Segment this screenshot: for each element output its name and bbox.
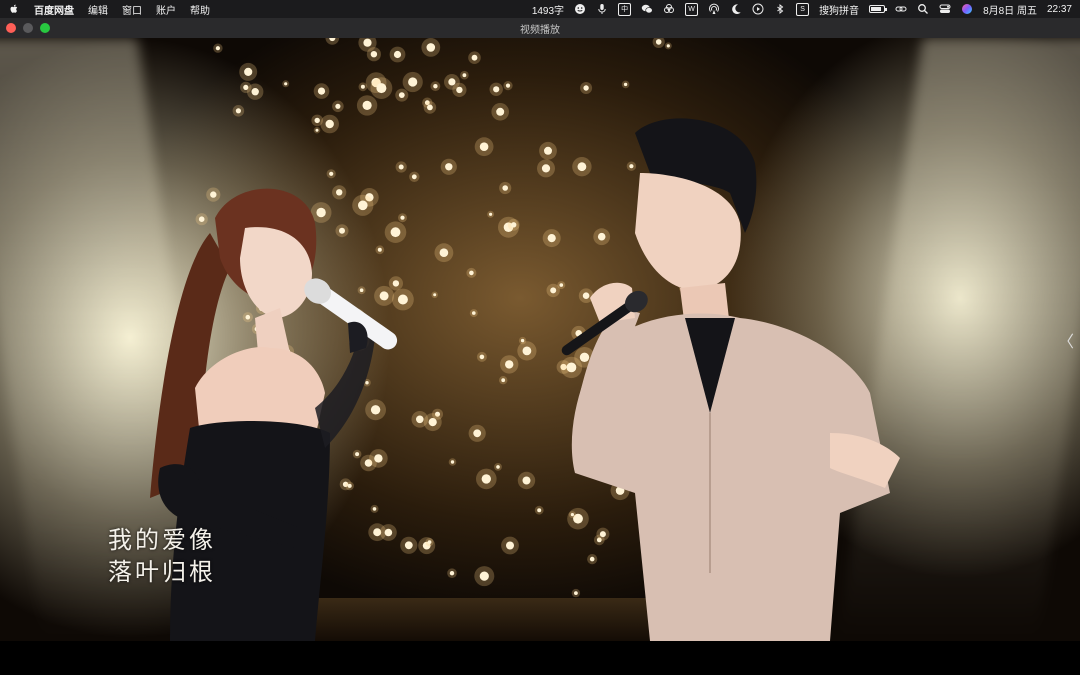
sparkle-light (335, 103, 341, 109)
sparkle-light (479, 142, 489, 151)
close-button[interactable] (6, 23, 16, 33)
sparkle-light (370, 51, 378, 58)
menu-window[interactable]: 窗口 (122, 2, 142, 17)
sparkle-light (215, 46, 220, 51)
sparkle-light (583, 85, 589, 91)
sparkle-light (481, 474, 491, 484)
sparkle-light (376, 83, 387, 94)
sparkle-light (479, 354, 485, 360)
sparkle-light (501, 378, 506, 383)
minimize-button[interactable] (23, 23, 33, 33)
w-icon[interactable]: W (685, 2, 699, 16)
sparkle-light (471, 54, 478, 61)
sparkle-light (450, 460, 455, 464)
sparkle-light (363, 38, 372, 47)
moon-icon[interactable] (730, 3, 742, 15)
sparkle-light (462, 73, 467, 78)
sparkle-light (522, 476, 531, 485)
sparkle-light (393, 50, 402, 59)
battery-icon[interactable] (869, 5, 888, 13)
maximize-button[interactable] (40, 23, 50, 33)
sparkle-light (427, 540, 432, 544)
sparkle-light (398, 92, 405, 98)
lyrics-line-1: 我的爱像 (108, 526, 216, 554)
control-center-icon[interactable] (939, 3, 951, 15)
sparkle-light (445, 163, 453, 171)
sparkle-light (360, 84, 365, 89)
sparkle-light (448, 78, 456, 86)
sparkle-light (325, 119, 334, 129)
sparkle-light (426, 43, 436, 52)
menu-time[interactable]: 22:37 (1047, 4, 1072, 15)
menu-help[interactable]: 帮助 (190, 2, 210, 17)
lyrics-line-2: 落叶归根 (108, 558, 216, 586)
sparkle-light (408, 77, 418, 87)
male-singer (561, 118, 900, 641)
menu-edit[interactable]: 编辑 (88, 2, 108, 17)
sparkle-light (469, 270, 474, 276)
sparkle-light (329, 171, 334, 176)
sparkle-light (314, 117, 320, 124)
sparkle-light (505, 360, 514, 369)
emoji-icon[interactable] (574, 3, 586, 15)
menu-account[interactable]: 账户 (156, 2, 176, 17)
window-title: 视频播放 (520, 24, 560, 36)
sparkle-light (433, 293, 437, 297)
input-method-badge[interactable]: 中 (618, 2, 632, 16)
sparkle-light (398, 164, 404, 170)
sparkle-light (284, 82, 288, 86)
side-panel-chevron-icon[interactable]: 〈 (1058, 328, 1074, 352)
sparkle-light (362, 100, 372, 110)
sparkle-light (506, 541, 514, 550)
sparkle-light (505, 83, 511, 88)
sparkle-light (433, 84, 438, 89)
sparkle-light (439, 248, 449, 257)
sparkle-light (251, 88, 259, 96)
menu-bar: 百度网盘 编辑 窗口 账户 帮助 1493字 中 W S 搜狗拼音 8月8日 周… (0, 0, 1080, 18)
sparkle-light (496, 107, 505, 116)
menu-date[interactable]: 8月8日 周五 (983, 2, 1037, 17)
sparkle-light (520, 338, 525, 343)
link-icon[interactable] (895, 3, 907, 15)
sparkle-light (479, 571, 489, 581)
window-controls (6, 23, 50, 33)
airdrop-icon[interactable] (708, 3, 720, 15)
sparkle-light (502, 185, 509, 191)
sogou-icon[interactable]: S (796, 2, 810, 16)
sparkle-light (473, 429, 482, 438)
sparkle-light (522, 346, 532, 356)
apple-icon[interactable] (8, 3, 20, 15)
cloud-icon[interactable] (663, 3, 675, 15)
bluetooth-icon[interactable] (774, 3, 786, 15)
sparkle-light (427, 104, 433, 111)
sparkle-light (496, 465, 500, 469)
sparkle-light (317, 87, 326, 95)
play-icon[interactable] (752, 3, 764, 15)
microphone-icon[interactable] (596, 3, 608, 15)
video-player[interactable]: 我的爱像 落叶归根 〈 (0, 38, 1080, 641)
search-icon[interactable] (917, 3, 929, 15)
player-bottom-bar (0, 641, 1080, 675)
sparkle-light (472, 311, 476, 315)
sparkle-light (489, 212, 493, 216)
sparkle-light (623, 82, 628, 87)
sparkle-light (235, 108, 241, 114)
sparkle-light (666, 44, 670, 48)
sparkle-light (655, 39, 662, 45)
lyrics-subtitle: 我的爱像 落叶归根 (108, 524, 216, 588)
sparkle-light (511, 222, 517, 228)
word-count[interactable]: 1493字 (532, 2, 564, 17)
sparkle-light (493, 86, 500, 93)
sparkle-light (244, 67, 253, 76)
sparkle-light (315, 128, 319, 132)
wechat-icon[interactable] (641, 3, 653, 15)
menu-app-name[interactable]: 百度网盘 (34, 2, 74, 17)
window-title-bar[interactable]: 视频播放 (0, 18, 1080, 38)
sparkle-light (428, 418, 437, 427)
siri-icon[interactable] (961, 3, 973, 15)
sparkle-light (449, 571, 455, 576)
input-method-label[interactable]: 搜狗拼音 (819, 2, 859, 17)
